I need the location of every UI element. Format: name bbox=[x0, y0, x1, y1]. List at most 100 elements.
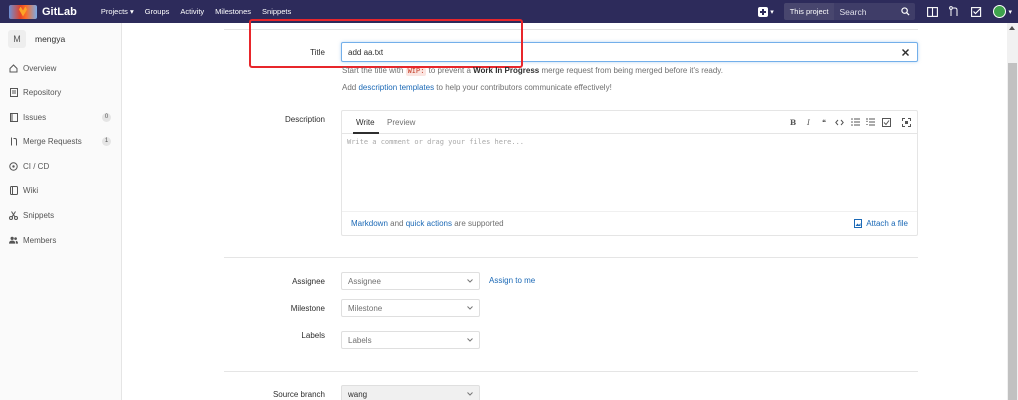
description-label: Description bbox=[284, 115, 325, 124]
chevron-down-icon: ▾ bbox=[770, 8, 774, 16]
nav-link-projects[interactable]: Projects ▾ bbox=[101, 7, 134, 16]
description-textarea[interactable] bbox=[347, 138, 912, 208]
chevron-down-icon bbox=[466, 277, 474, 285]
brand[interactable]: GitLab bbox=[9, 4, 77, 19]
divider bbox=[224, 29, 918, 30]
wip-code: WIP: bbox=[405, 68, 427, 76]
page-scrollbar[interactable] bbox=[1007, 23, 1018, 400]
main-content: Title Start the title with WIP: to preve… bbox=[123, 19, 1007, 400]
avatar bbox=[993, 5, 1007, 18]
nav-link-activity[interactable]: Activity bbox=[180, 7, 204, 16]
close-icon[interactable] bbox=[899, 46, 911, 58]
assign-to-me-link[interactable]: Assign to me bbox=[489, 276, 535, 285]
sidebar-item-overview[interactable]: Overview bbox=[0, 58, 121, 78]
chevron-down-icon: ▾ bbox=[1008, 8, 1012, 16]
tab-preview[interactable]: Preview bbox=[387, 118, 415, 127]
scissors-icon bbox=[9, 210, 18, 220]
file-image-icon bbox=[854, 219, 863, 228]
search-icon[interactable] bbox=[901, 7, 911, 16]
users-icon bbox=[9, 236, 18, 245]
task-list-icon[interactable] bbox=[881, 117, 891, 127]
scrollbar-thumb[interactable] bbox=[1008, 63, 1017, 400]
search-box bbox=[834, 3, 916, 20]
numbered-list-icon[interactable] bbox=[866, 117, 876, 127]
nav-link-snippets[interactable]: Snippets bbox=[262, 7, 291, 16]
top-navbar: GitLab Projects ▾ Groups Activity Milest… bbox=[0, 0, 1018, 23]
italic-button[interactable]: I bbox=[804, 117, 814, 127]
quote-button[interactable]: ❝ bbox=[819, 117, 829, 127]
sidebar-item-label: Overview bbox=[23, 63, 57, 73]
attach-file-button[interactable]: Attach a file bbox=[854, 219, 908, 228]
labels-label: Labels bbox=[301, 331, 325, 340]
chevron-down-icon bbox=[466, 304, 474, 312]
home-icon bbox=[9, 63, 18, 73]
sidebar-item-merge-requests[interactable]: Merge Requests 1 bbox=[0, 131, 121, 151]
template-hint: Add description templates to help your c… bbox=[342, 83, 612, 92]
sidebar-item-label: Repository bbox=[23, 87, 62, 97]
count-badge: 1 bbox=[102, 136, 111, 146]
sidebar-item-issues[interactable]: Issues 0 bbox=[0, 107, 121, 127]
search-input[interactable] bbox=[839, 6, 896, 17]
sidebar-item-wiki[interactable]: Wiki bbox=[0, 180, 121, 200]
chevron-down-icon bbox=[466, 336, 474, 344]
assignee-label: Assignee bbox=[292, 277, 325, 286]
file-icon bbox=[9, 87, 18, 97]
markdown-link[interactable]: Markdown bbox=[351, 219, 388, 228]
sidebar-item-label: Wiki bbox=[23, 185, 39, 195]
markdown-hint: Markdown and quick actions are supported bbox=[351, 219, 504, 228]
nav-links: Projects ▾ Groups Activity Milestones Sn… bbox=[101, 7, 302, 16]
chevron-down-icon: ▾ bbox=[130, 7, 134, 16]
sidebar-toggle-icon[interactable] bbox=[926, 6, 938, 18]
assignee-select[interactable]: Assignee bbox=[341, 272, 480, 290]
wip-hint: Start the title with WIP: to prevent a W… bbox=[342, 66, 723, 76]
search-scope[interactable]: This project bbox=[783, 3, 835, 20]
tab-write[interactable]: Write bbox=[356, 118, 375, 127]
issues-icon bbox=[9, 112, 18, 122]
sidebar-item-ci-cd[interactable]: CI / CD bbox=[0, 156, 121, 176]
gitlab-logo-icon bbox=[9, 4, 37, 19]
sidebar-item-repository[interactable]: Repository bbox=[0, 82, 121, 102]
bold-button[interactable]: B bbox=[788, 117, 798, 127]
sidebar-item-snippets[interactable]: Snippets bbox=[0, 205, 121, 225]
title-label: Title bbox=[310, 48, 325, 57]
nav-link-groups[interactable]: Groups bbox=[145, 7, 170, 16]
sidebar-item-label: Merge Requests bbox=[23, 136, 82, 146]
divider bbox=[224, 257, 918, 258]
description-editor: Write Preview B I ❝ Markdown and quick a… bbox=[341, 110, 918, 236]
project-header[interactable]: M mengya bbox=[0, 23, 121, 55]
source-branch-select[interactable]: wang bbox=[341, 385, 480, 400]
brand-name: GitLab bbox=[42, 5, 77, 18]
code-icon[interactable] bbox=[835, 117, 845, 127]
merge-requests-nav-icon[interactable] bbox=[948, 6, 960, 18]
editor-tabs: Write Preview B I ❝ bbox=[342, 111, 917, 134]
divider bbox=[224, 371, 918, 372]
rocket-icon bbox=[9, 161, 18, 171]
quick-actions-link[interactable]: quick actions bbox=[406, 219, 452, 228]
nav-link-milestones[interactable]: Milestones bbox=[215, 7, 251, 16]
todos-icon[interactable] bbox=[970, 6, 982, 18]
sidebar-item-label: Members bbox=[23, 235, 57, 245]
scroll-up-icon[interactable] bbox=[1009, 26, 1015, 30]
merge-request-icon bbox=[9, 137, 18, 146]
project-avatar: M bbox=[8, 30, 26, 48]
source-branch-label: Source branch bbox=[272, 390, 325, 399]
sidebar-item-label: CI / CD bbox=[23, 161, 50, 171]
title-input[interactable] bbox=[348, 47, 899, 57]
plus-icon bbox=[758, 6, 769, 17]
user-menu[interactable]: ▾ bbox=[987, 5, 1012, 18]
nav-right: ▾ This project ▾ bbox=[758, 0, 1018, 23]
milestone-select[interactable]: Milestone bbox=[341, 299, 480, 317]
milestone-label: Milestone bbox=[290, 304, 325, 313]
title-field bbox=[341, 42, 918, 62]
description-templates-link[interactable]: description templates bbox=[358, 83, 434, 92]
sidebar-item-members[interactable]: Members bbox=[0, 230, 121, 250]
count-badge: 0 bbox=[102, 112, 111, 122]
fullscreen-icon[interactable] bbox=[901, 117, 911, 127]
active-tab-indicator bbox=[353, 132, 379, 134]
editor-footer: Markdown and quick actions are supported… bbox=[342, 211, 917, 235]
markdown-toolbar: B I ❝ bbox=[783, 117, 912, 127]
new-item-dropdown[interactable]: ▾ bbox=[758, 6, 774, 17]
labels-select[interactable]: Labels bbox=[341, 331, 480, 349]
bullet-list-icon[interactable] bbox=[850, 117, 860, 127]
sidebar-item-label: Issues bbox=[23, 112, 47, 122]
